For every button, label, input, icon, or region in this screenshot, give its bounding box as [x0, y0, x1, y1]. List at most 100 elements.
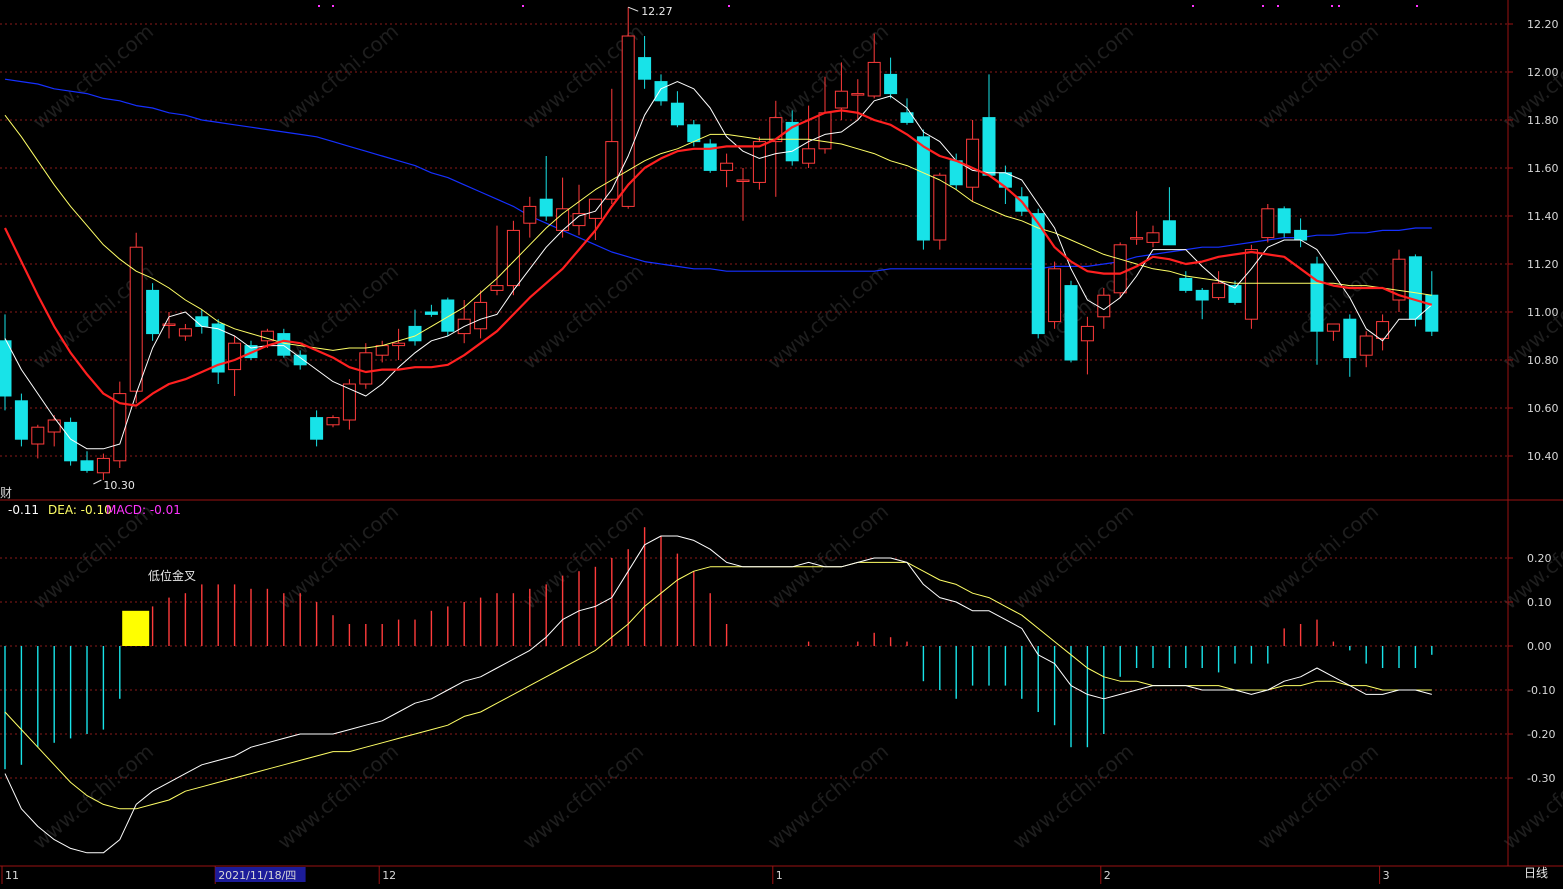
candle-body [375, 345, 389, 356]
candle-body [638, 57, 652, 80]
macd-tick-label: 0.00 [1527, 640, 1552, 653]
candle-body [670, 102, 684, 126]
date-label: 12 [382, 869, 396, 882]
candle-body [0, 340, 12, 397]
date-label: 3 [1383, 869, 1390, 882]
price-tick-label: 11.60 [1527, 162, 1559, 175]
watermark-text: www.cfchi.com [1253, 739, 1383, 854]
candle-body [1310, 263, 1324, 332]
price-tick-label: 10.60 [1527, 402, 1559, 415]
candle-body [424, 311, 438, 315]
watermark-text: www.cfchi.com [273, 739, 403, 854]
candle-body [1064, 285, 1078, 361]
candle-body [720, 162, 734, 171]
golden-cross-annotation: 低位金叉 [148, 568, 196, 583]
dea-line [4, 561, 1432, 810]
macd-tick-label: -0.20 [1527, 728, 1555, 741]
candle-body [14, 400, 28, 440]
candle-body [1359, 335, 1373, 356]
candle-body [1113, 244, 1127, 294]
candle-body [818, 112, 832, 150]
period-label[interactable]: 日线 [1524, 866, 1548, 880]
ma20-line [4, 114, 1432, 351]
watermark-text: www.cfchi.com [763, 259, 893, 374]
candle-body [1048, 268, 1062, 323]
candle-body [1162, 220, 1176, 246]
date-label: 1 [776, 869, 783, 882]
event-dot [1192, 5, 1194, 7]
watermark-text: www.cfchi.com [1253, 499, 1383, 614]
ma60-layer [4, 78, 1432, 272]
high-marker-arrow [628, 6, 639, 12]
candle-body [1261, 208, 1275, 239]
candle-body [359, 352, 373, 385]
candle-body [96, 457, 110, 474]
high-marker-label: 12.27 [641, 5, 673, 18]
stock-chart[interactable]: www.cfchi.com www.cfchi.com www.cfchi.com w… [0, 0, 1563, 885]
candle-body [982, 117, 996, 176]
candle-body [1031, 213, 1045, 335]
ma5-line [4, 81, 1433, 450]
candle-body [851, 93, 865, 96]
candle-body [441, 299, 455, 332]
candle-body [474, 301, 488, 330]
candle-body [228, 342, 242, 371]
candle-body [736, 179, 750, 182]
event-dot [1331, 5, 1333, 7]
watermark-text: www.cfchi.com [763, 499, 893, 614]
candle-body [80, 460, 94, 471]
candle-body [129, 246, 143, 392]
candle-body [687, 124, 701, 143]
date-label: 2 [1104, 869, 1111, 882]
price-tick-label: 12.00 [1527, 66, 1559, 79]
candle-body [1146, 232, 1160, 243]
golden-cross-marker [122, 610, 150, 646]
indicator-prefix-label: 财 [0, 486, 12, 500]
candle-body [490, 285, 504, 291]
candles-layer[interactable] [0, 7, 1439, 480]
price-tick-label: 11.00 [1527, 306, 1559, 319]
candle-body [342, 383, 356, 421]
candle-body [1179, 277, 1193, 291]
event-dot [1338, 5, 1340, 7]
date-label: 11 [5, 869, 19, 882]
candle-body [326, 417, 340, 426]
macd-tick-label: 0.10 [1527, 596, 1552, 609]
macd-tick-label: 0.20 [1527, 552, 1552, 565]
candle-body [933, 174, 947, 241]
candle-body [1212, 282, 1226, 299]
candle-body [310, 417, 324, 440]
price-tick-label: 11.20 [1527, 258, 1559, 271]
candle-body [1195, 289, 1209, 301]
candle-body [1408, 256, 1422, 320]
date-label: 2021/11/18/四 [218, 869, 296, 882]
moving-averages-layer [4, 81, 1433, 450]
candle-body [195, 316, 209, 327]
dea-value-label: DEA: -0.10 [48, 503, 112, 517]
candle-body [1080, 325, 1094, 342]
ma60-line [4, 78, 1432, 272]
macd-layer [4, 527, 1433, 854]
event-dot [522, 5, 524, 7]
candle-body [392, 342, 406, 347]
low-marker-arrow [93, 479, 102, 485]
watermark-text: www.cfchi.com [518, 739, 648, 854]
candle-body [588, 198, 602, 219]
candle-body [178, 328, 192, 337]
candle-body [1294, 229, 1308, 241]
event-dot [332, 5, 334, 7]
watermark-text: www.cfchi.com [763, 739, 893, 854]
candle-body [752, 141, 766, 183]
candle-body [47, 419, 61, 433]
watermark-text: www.cfchi.com [273, 19, 403, 134]
watermark-text: www.cfchi.com [273, 499, 403, 614]
price-tick-label: 11.80 [1527, 114, 1559, 127]
watermark-text: www.cfchi.com [28, 739, 158, 854]
price-tick-label: 11.40 [1527, 210, 1559, 223]
price-tick-label: 10.40 [1527, 450, 1559, 463]
macd-value-label: MACD: -0.01 [106, 503, 181, 517]
candle-body [654, 81, 668, 102]
candle-body [539, 198, 553, 217]
macd-tick-label: -0.30 [1527, 772, 1555, 785]
candle-body [802, 148, 816, 164]
